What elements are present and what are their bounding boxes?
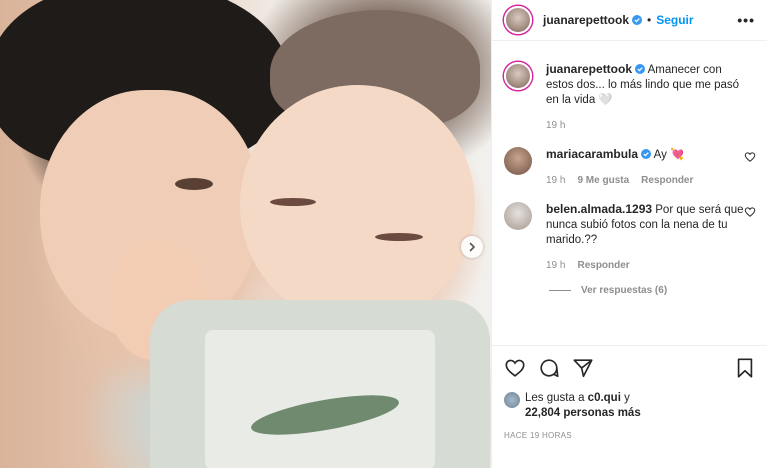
post-actions: Les gusta a c0.qui y 22,804 personas más… (492, 345, 767, 440)
author-username[interactable]: juanarepettook (543, 13, 629, 27)
view-replies-button[interactable]: Ver respuestas (6) (549, 285, 756, 296)
action-icons (504, 356, 756, 380)
like-comment-heart-icon[interactable] (744, 206, 756, 218)
chevron-right-icon (469, 242, 475, 252)
commenter-avatar[interactable] (504, 202, 532, 230)
verified-badge-icon (632, 15, 643, 25)
comment-time[interactable]: 19 h (546, 258, 565, 273)
comment-body: mariacarambula Ay 💘 19 h 9 Me gusta Resp… (546, 147, 746, 188)
comment-text: Ay 💘 (653, 149, 685, 161)
likes-joiner: y (624, 392, 630, 404)
reply-button[interactable]: Responder (641, 173, 693, 188)
comments-list[interactable]: juanarepettook Amanecer con estos dos...… (492, 42, 767, 344)
comment-item: mariacarambula Ay 💘 19 h 9 Me gusta Resp… (504, 147, 756, 188)
share-icon[interactable] (572, 357, 594, 379)
verified-badge-icon (641, 149, 652, 159)
caption-time[interactable]: 19 h (546, 118, 565, 133)
post-timestamp[interactable]: HACE 19 HORAS (504, 431, 756, 440)
author-info: juanarepettook • Seguir (543, 13, 694, 27)
comment-body: belen.almada.1293 Por que será que nunca… (546, 202, 746, 273)
bookmark-icon[interactable] (734, 357, 756, 379)
comment-meta: 19 h Responder (546, 258, 746, 273)
photo-sweater-print (205, 330, 435, 468)
commenter-username[interactable]: mariacarambula (546, 147, 638, 161)
like-comment-heart-icon[interactable] (744, 151, 756, 163)
caption-meta: 19 h (546, 118, 746, 133)
commenter-avatar[interactable] (504, 147, 532, 175)
next-photo-button[interactable] (461, 236, 483, 258)
comment-item: belen.almada.1293 Por que será que nunca… (504, 202, 756, 273)
follow-button[interactable]: Seguir (656, 13, 693, 27)
comment-likes-count[interactable]: 9 Me gusta (577, 173, 629, 188)
comment-meta: 19 h 9 Me gusta Responder (546, 173, 746, 188)
likes-count[interactable]: 22,804 personas más (525, 407, 641, 419)
caption-username[interactable]: juanarepettook (546, 62, 632, 76)
comment-time[interactable]: 19 h (546, 173, 565, 188)
likes-prefix: Les gusta a (525, 392, 585, 404)
reply-button[interactable]: Responder (577, 258, 629, 273)
caption-avatar[interactable] (504, 62, 532, 90)
post-side-panel: juanarepettook • Seguir ••• juanarepetto… (491, 0, 767, 468)
commenter-username[interactable]: belen.almada.1293 (546, 202, 652, 216)
caption: juanarepettook Amanecer con estos dos...… (504, 62, 756, 133)
post-header: juanarepettook • Seguir ••• (492, 0, 767, 41)
header-separator: • (647, 13, 652, 27)
post-photo[interactable] (0, 0, 491, 468)
heart-icon[interactable] (504, 357, 526, 379)
more-options-icon[interactable]: ••• (737, 12, 755, 28)
view-replies-label: Ver respuestas (6) (581, 285, 668, 296)
photo-eye (375, 233, 423, 241)
view-replies-divider (549, 290, 571, 291)
photo-eye (270, 198, 316, 206)
liker-username[interactable]: c0.qui (588, 392, 621, 404)
author-avatar[interactable] (504, 6, 532, 34)
likes-text: Les gusta a c0.qui y 22,804 personas más (525, 391, 641, 421)
caption-body: juanarepettook Amanecer con estos dos...… (546, 62, 746, 133)
photo-eye (175, 178, 213, 190)
verified-badge-icon (635, 64, 646, 74)
liker-avatar[interactable] (504, 392, 520, 408)
photo-face-baby (240, 85, 475, 325)
likes-summary: Les gusta a c0.qui y 22,804 personas más (504, 391, 756, 421)
comment-icon[interactable] (538, 357, 560, 379)
